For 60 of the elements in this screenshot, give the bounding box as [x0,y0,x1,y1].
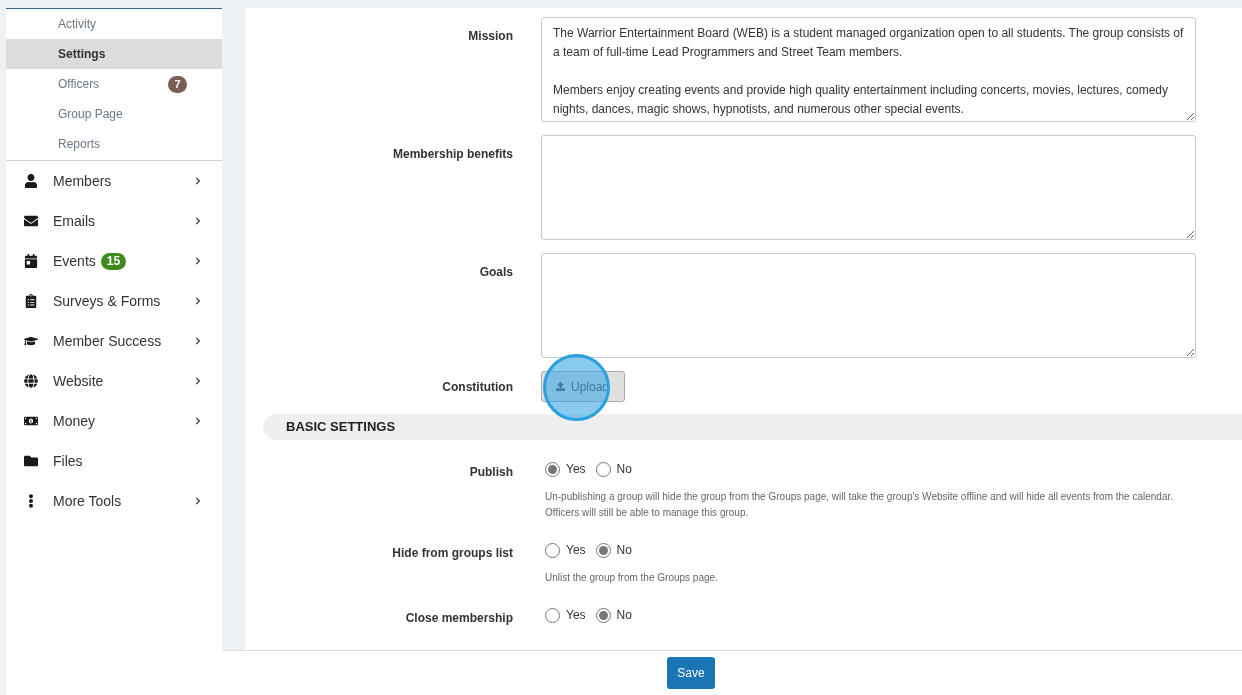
field-label: Mission [467,28,513,45]
radio-button[interactable] [545,461,560,477]
sidebar-subitem[interactable]: Officers 7 [6,69,222,99]
sidebar-label: Members [53,171,112,191]
sidebar-item[interactable]: Member Success [6,321,222,361]
sidebar-item[interactable]: Website [6,361,222,401]
radio-option[interactable]: Yes [545,606,586,624]
radio-button[interactable] [545,542,560,558]
text-area[interactable] [541,135,1196,240]
sidebar-item[interactable]: Surveys & Forms [6,281,222,321]
sidebar-label: Website [53,371,104,391]
setting-label: Publish [468,464,513,481]
setting-label: Close membership [404,610,513,627]
radio-button[interactable] [595,461,611,477]
radio-button[interactable] [595,542,611,558]
text-area[interactable] [541,253,1196,358]
sidebar-label: Money [53,411,96,431]
globe-icon [24,374,38,388]
sidebar-item[interactable]: Money [6,401,222,441]
sidebar-label: Files [53,451,83,471]
radio-button[interactable] [595,607,611,623]
field-label: Goals [478,264,513,281]
help-text: Un-publishing a group will hide the group from the Groups page, will take the group's Website offline and will hide all events from the calendar. Officers will still be able to manage this group. [545,490,1174,520]
sidebar-item[interactable]: Members [6,161,222,201]
sidebar-label: Events [53,251,96,271]
count-badge: 7 [168,75,187,93]
sidebar-item[interactable]: Events 15 [6,241,222,281]
radio-option[interactable]: Yes [545,541,586,559]
help-text: Unlist the group from the Groups page. [545,571,719,585]
count-badge: 15 [100,252,127,270]
sidebar-subitem[interactable]: Activity [6,9,222,39]
radio-option[interactable]: No [595,606,632,624]
section-header: BASIC SETTINGS [263,414,1242,440]
sidebar-label: Member Success [53,331,162,351]
radio-option[interactable]: Yes [545,460,586,478]
sidebar-subitem[interactable]: Group Page [6,99,222,129]
radio-button[interactable] [545,607,560,623]
setting-label: Hide from groups list [391,545,513,562]
sidebar-item[interactable]: More Tools [6,481,222,521]
field-label: Constitution [441,378,513,396]
field-label: Membership benefits [391,146,513,163]
calendar-icon [24,254,38,268]
sidebar-subitem[interactable]: Settings [6,39,222,69]
sidebar-item[interactable]: Emails [6,201,222,241]
text-area[interactable]: The Warrior Entertainment Board (WEB) is a student managed organization open to all students. The group consists of a team of full-time Lead Programmers and Street Team members. Members enjoy creating events and provide high quality entertainment including concerts, movies, lectures, comedy nights, dances, magic shows, hypnotists, and numerous other special events. [541,17,1196,122]
graduation-cap-icon [24,334,38,348]
sidebar-label: Emails [53,211,95,231]
upload-icon [556,382,565,391]
folder-icon [24,454,38,468]
save-button[interactable]: Save [667,657,715,689]
person-icon [24,174,38,188]
envelope-icon [24,214,38,228]
sidebar-label: More Tools [53,491,122,511]
sidebar-item[interactable]: Files [6,441,222,481]
sidebar-label: Surveys & Forms [53,291,161,311]
clipboard-icon [24,294,38,308]
radio-option[interactable]: No [595,541,632,559]
radio-option[interactable]: No [595,460,632,478]
sidebar-subitem[interactable]: Reports [6,129,222,159]
banknote-icon [24,414,38,428]
